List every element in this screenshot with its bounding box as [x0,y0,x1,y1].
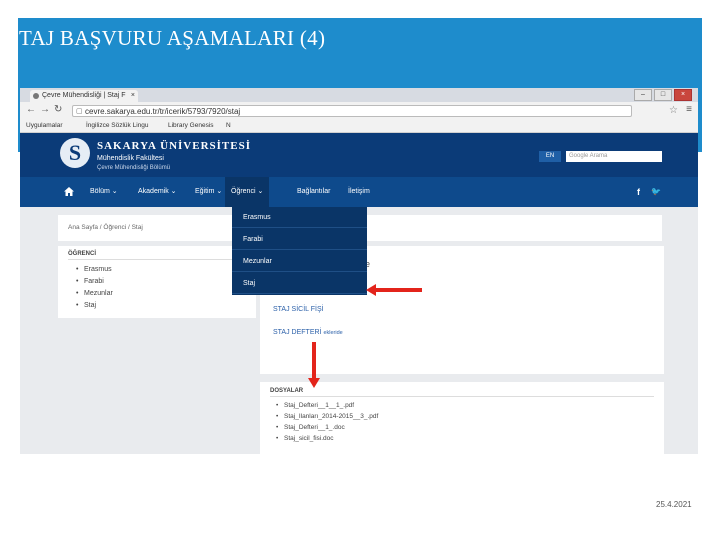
nav-label: Akademik [138,188,169,195]
dropdown-item-erasmus[interactable]: Erasmus [232,207,367,228]
university-name: SAKARYA ÜNİVERSİTESİ [97,140,252,152]
dropdown-item-staj[interactable]: Staj [232,273,367,294]
twitter-icon[interactable]: 🐦 [651,177,661,207]
browser-tab-bar: Çevre Mühendisliği | Staj F × – □ × [20,88,698,102]
search-input[interactable]: Google Arama [566,151,662,162]
bookmark-item[interactable]: İngilizce Sözlük Lingu [86,120,149,132]
nav-item-baglantilar[interactable]: Bağlantılar [297,177,330,207]
nav-label: Eğitim [195,188,215,195]
sidebar-item-staj[interactable]: Staj [76,300,113,312]
browser-tab[interactable]: Çevre Mühendisliği | Staj F × [30,90,138,102]
files-panel: DOSYALAR Staj_Defteri__1__1_.pdf Staj_Il… [260,382,664,454]
url-input[interactable]: ▢ cevre.sakarya.edu.tr/tr/icerik/5793/79… [72,105,632,117]
nav-item-ogrenci[interactable]: Öğrenci ⌄ [225,177,270,207]
dropdown-item-farabi[interactable]: Farabi [232,229,367,250]
slide-date: 25.4.2021 [656,500,692,509]
window-controls: – □ × [634,89,692,101]
file-link[interactable]: Staj_Defteri__1_.doc [276,422,378,433]
tab-close-icon[interactable]: × [131,90,135,102]
sidebar-title: ÖĞRENCİ [68,251,97,257]
favicon-icon [33,93,39,99]
department-name: Çevre Mühendisliği Bölümü [97,165,171,171]
maximize-icon[interactable]: □ [654,89,672,101]
staj-defteri-label: STAJ DEFTERİ [273,329,322,336]
sidebar-list: Erasmus Farabi Mezunlar Staj [76,264,113,312]
nav-item-egitim[interactable]: Eğitim ⌄ [195,177,222,207]
facebook-icon[interactable]: f [637,177,640,207]
file-link[interactable]: Staj_Ilanları_2014-2015__3_.pdf [276,411,378,422]
reload-icon[interactable]: ↻ [54,104,62,115]
bookmark-item[interactable]: Uygulamalar [26,120,63,132]
sidebar-item-farabi[interactable]: Farabi [76,276,113,288]
address-bar-row: ← → ↻ ▢ cevre.sakarya.edu.tr/tr/icerik/5… [20,102,698,121]
bookmarks-bar: Uygulamalar İngilizce Sözlük Lingu Libra… [20,120,698,133]
sidebar-item-mezunlar[interactable]: Mezunlar [76,288,113,300]
red-arrow-down-icon [308,342,320,388]
forward-arrow-icon[interactable]: → [40,104,50,115]
file-link[interactable]: Staj_sicil_fisi.doc [276,433,378,444]
staj-defteri-link[interactable]: STAJ DEFTERİ ekleride [273,329,343,336]
bookmark-item[interactable]: N [226,120,231,132]
browser-screenshot: Çevre Mühendisliği | Staj F × – □ × ← → … [20,88,698,454]
language-button[interactable]: EN [539,151,561,162]
browser-menu-icon[interactable]: ≡ [686,104,692,115]
sidebar-panel: ÖĞRENCİ Erasmus Farabi Mezunlar Staj [58,246,256,318]
staj-sicil-fisi-link[interactable]: STAJ SİCİL FİŞİ [273,306,324,313]
files-title: DOSYALAR [270,388,304,394]
divider [68,259,246,260]
page-icon: ▢ [76,108,83,115]
home-icon[interactable] [64,187,74,196]
sidebar-item-erasmus[interactable]: Erasmus [76,264,113,276]
main-nav: Bölüm ⌄ Akademik ⌄ Eğitim ⌄ Öğrenci ⌄ Ba… [20,177,698,207]
divider [270,396,654,397]
nav-item-akademik[interactable]: Akademik ⌄ [138,177,177,207]
bookmark-star-icon[interactable]: ☆ [669,105,678,116]
back-arrow-icon[interactable]: ← [26,104,36,115]
tab-title: Çevre Mühendisliği | Staj F [42,92,126,99]
site-header: SAKARYA ÜNİVERSİTESİ Mühendislik Fakülte… [20,133,698,177]
minimize-icon[interactable]: – [634,89,652,101]
nav-item-iletisim[interactable]: İletişim [348,177,370,207]
red-arrow-left-icon [366,284,422,296]
nav-item-bolum[interactable]: Bölüm ⌄ [90,177,118,207]
dropdown-item-mezunlar[interactable]: Mezunlar [232,251,367,272]
nav-label: Öğrenci [231,188,256,195]
staj-defteri-suffix: ekleride [323,330,343,336]
slide-title: TAJ BAŞVURU AŞAMALARI (4) [19,26,326,50]
ogrenci-dropdown-menu: Erasmus Farabi Mezunlar Staj [232,207,367,295]
url-text: cevre.sakarya.edu.tr/tr/icerik/5793/7920… [85,107,241,116]
nav-label: Bölüm [90,188,110,195]
file-link[interactable]: Staj_Defteri__1__1_.pdf [276,400,378,411]
window-close-icon[interactable]: × [674,89,692,101]
bookmark-item[interactable]: Library Genesis [168,120,214,132]
faculty-name: Mühendislik Fakültesi [97,155,164,162]
university-logo[interactable] [60,138,90,168]
files-list: Staj_Defteri__1__1_.pdf Staj_Ilanları_20… [276,400,378,444]
